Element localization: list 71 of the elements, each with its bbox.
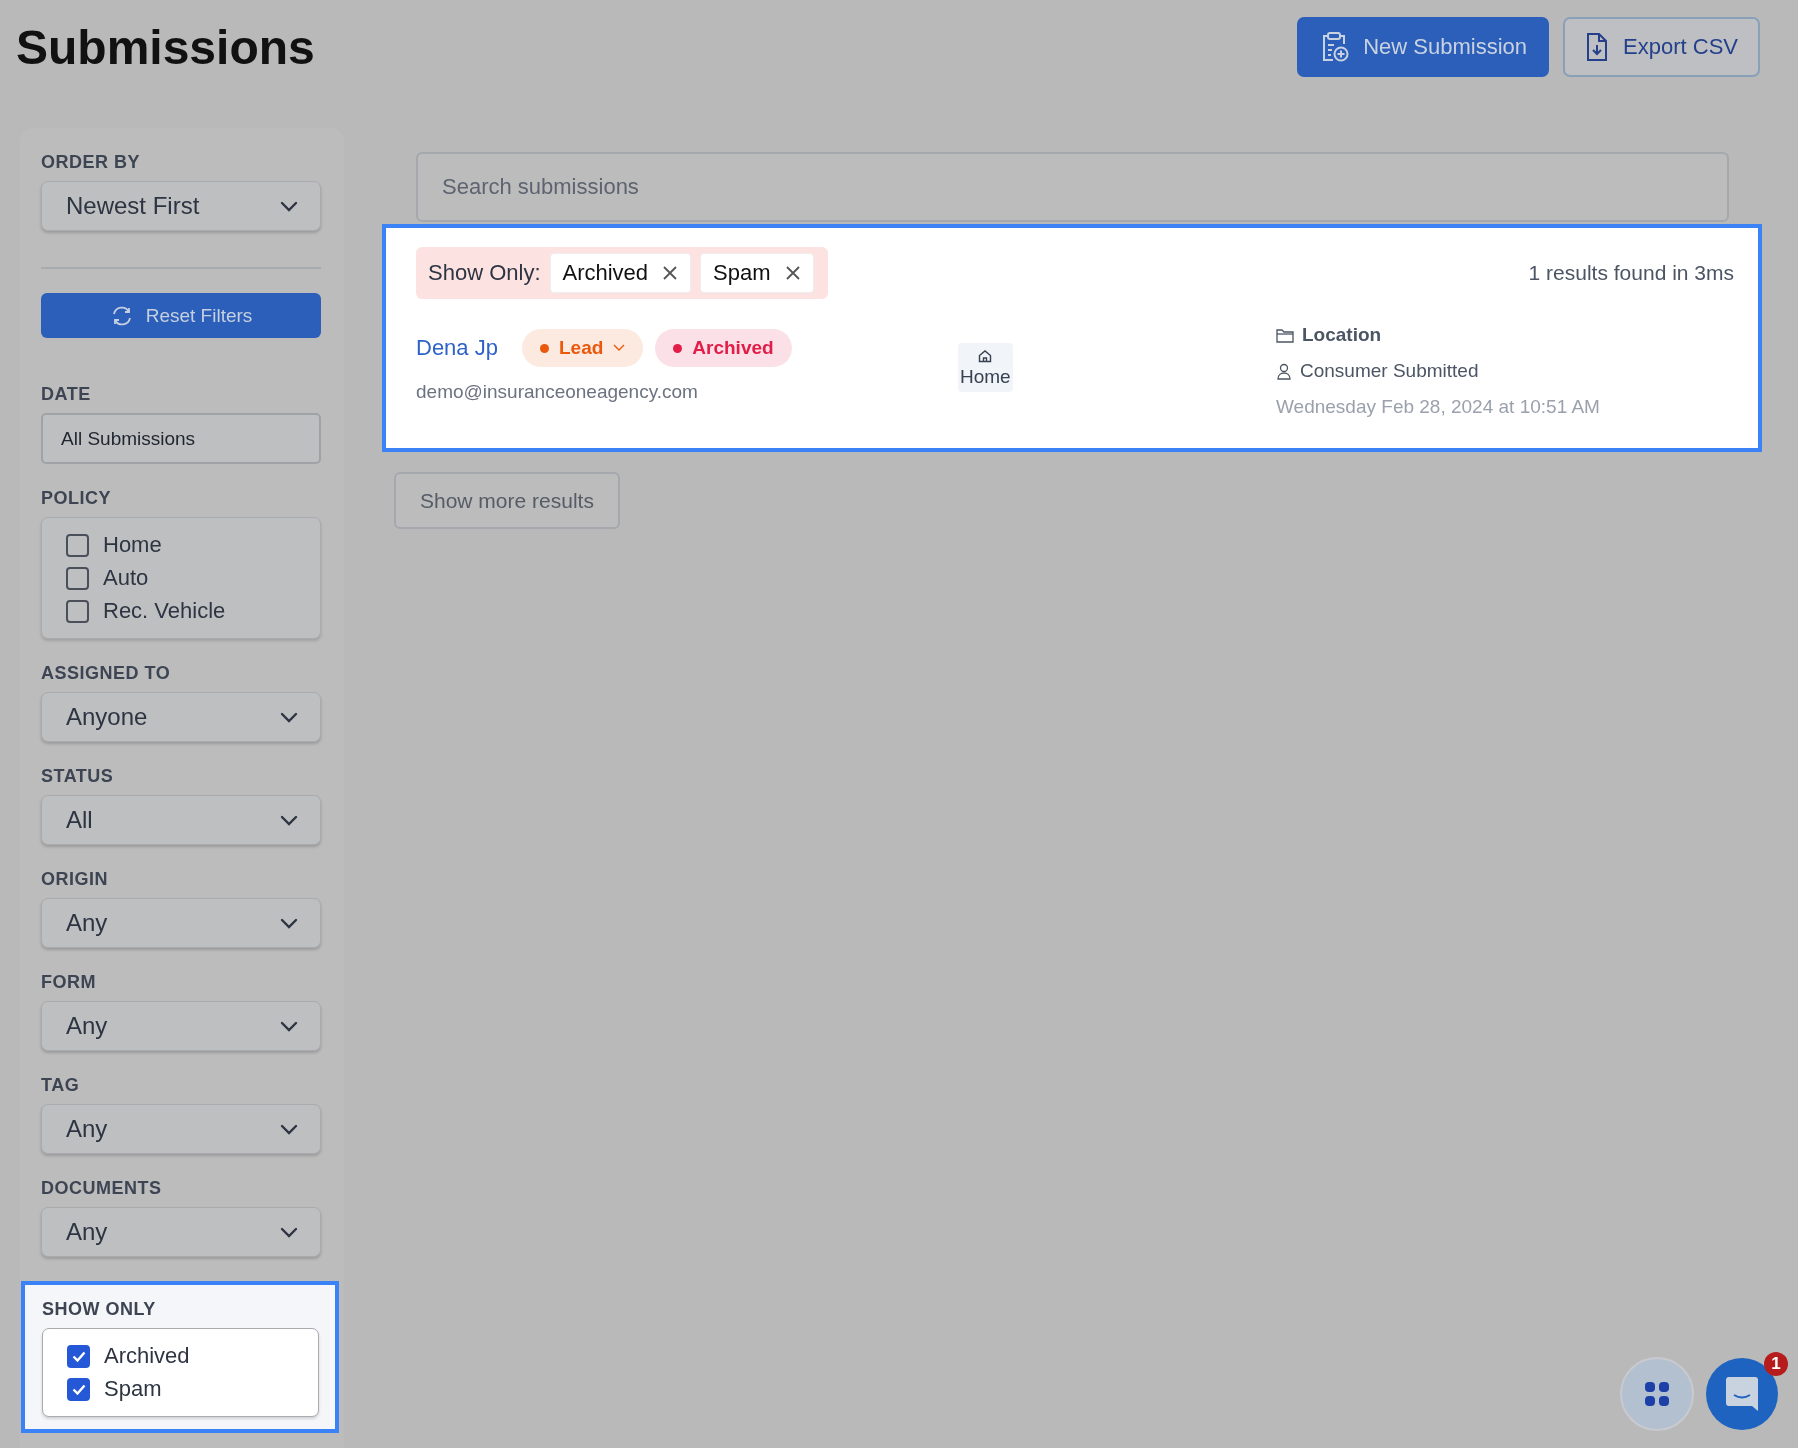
unread-count: 1 [1764, 1352, 1788, 1376]
filter-label: ORDER BY [41, 152, 141, 173]
checkbox-label: Rec. Vehicle [103, 598, 226, 624]
reset-filters-button[interactable]: Reset Filters [41, 293, 321, 338]
select-value: Any [66, 1218, 108, 1246]
filter-label: POLICY [41, 488, 112, 509]
chat-icon [1724, 1375, 1760, 1413]
chevron-down-icon [280, 200, 298, 212]
select-value: Any [66, 909, 108, 937]
dropdown-select[interactable]: Any [41, 1001, 321, 1051]
filter-label: DOCUMENTS [41, 1178, 163, 1199]
file-download-icon [1585, 32, 1610, 62]
dropdown-select[interactable]: Any [41, 1207, 321, 1257]
person-icon [1276, 362, 1292, 380]
select-value: Newest First [66, 192, 200, 220]
show-more-button[interactable]: Show more results [394, 472, 620, 529]
location-label: Location [1302, 324, 1382, 346]
checkbox[interactable] [66, 599, 89, 623]
filter-label: SHOW ONLY [42, 1299, 157, 1320]
search-field[interactable]: Search submissions [416, 152, 1729, 222]
submission-date: Wednesday Feb 28, 2024 at 10:51 AM [1276, 396, 1601, 418]
checkbox[interactable] [67, 1344, 90, 1368]
close-icon[interactable] [662, 265, 679, 281]
chevron-down-icon [280, 917, 298, 929]
chip-label: Archived [562, 260, 649, 286]
filter-label: Show Only: [428, 260, 541, 286]
export-button[interactable]: Export CSV [1563, 17, 1760, 77]
filter-label: STATUS [41, 766, 115, 787]
checkbox[interactable] [66, 533, 89, 557]
dropdown-select[interactable]: Any [41, 898, 321, 948]
dropdown-select[interactable]: Any [41, 1104, 321, 1154]
filter-label: TAG [41, 1075, 81, 1096]
checkbox-label: Archived [104, 1343, 190, 1369]
select-value: Any [66, 1012, 108, 1040]
date-field[interactable]: All Submissions [41, 413, 321, 464]
page-title: Submissions [16, 19, 315, 75]
filter-label: ASSIGNED TO [41, 663, 172, 684]
dropdown-select[interactable]: All [41, 795, 321, 845]
check-icon [71, 1350, 86, 1362]
results-summary: 1 results found in 3ms [1528, 261, 1734, 285]
filter-label: DATE [41, 384, 92, 405]
submission-name-link[interactable]: Dena Jp [416, 335, 498, 361]
status-badge: Archived [655, 329, 792, 367]
check-icon [71, 1383, 86, 1395]
policy-label: Home [960, 366, 1011, 388]
select-value: All [66, 806, 93, 834]
dropdown-select[interactable]: Anyone [41, 692, 321, 742]
new-submission-button[interactable]: New Submission [1297, 17, 1550, 77]
checkbox-label: Auto [103, 565, 149, 591]
chevron-down-icon [280, 1123, 298, 1135]
checkbox[interactable] [66, 566, 89, 590]
chevron-down-icon [280, 1020, 298, 1032]
origin-label: Consumer Submitted [1300, 360, 1479, 382]
close-icon[interactable] [784, 265, 801, 281]
chevron-down-icon [280, 711, 298, 723]
chip-label: Spam [713, 260, 771, 286]
dropdown-select[interactable]: Newest First [41, 181, 321, 231]
house-icon [978, 349, 993, 363]
folder-icon [1276, 327, 1294, 343]
chevron-down-icon [280, 814, 298, 826]
select-value: Any [66, 1115, 108, 1143]
select-value: Anyone [66, 703, 148, 731]
checkbox[interactable] [67, 1377, 90, 1401]
checkbox-label: Spam [104, 1376, 162, 1402]
checkbox-label: Home [103, 532, 162, 558]
submission-email: demo@insuranceoneagency.com [416, 381, 699, 403]
filter-label: FORM [41, 972, 97, 993]
grid-icon [1644, 1381, 1670, 1407]
filter-label: ORIGIN [41, 869, 109, 890]
chevron-down-icon [280, 1226, 298, 1238]
chevron-down-icon [613, 344, 626, 352]
